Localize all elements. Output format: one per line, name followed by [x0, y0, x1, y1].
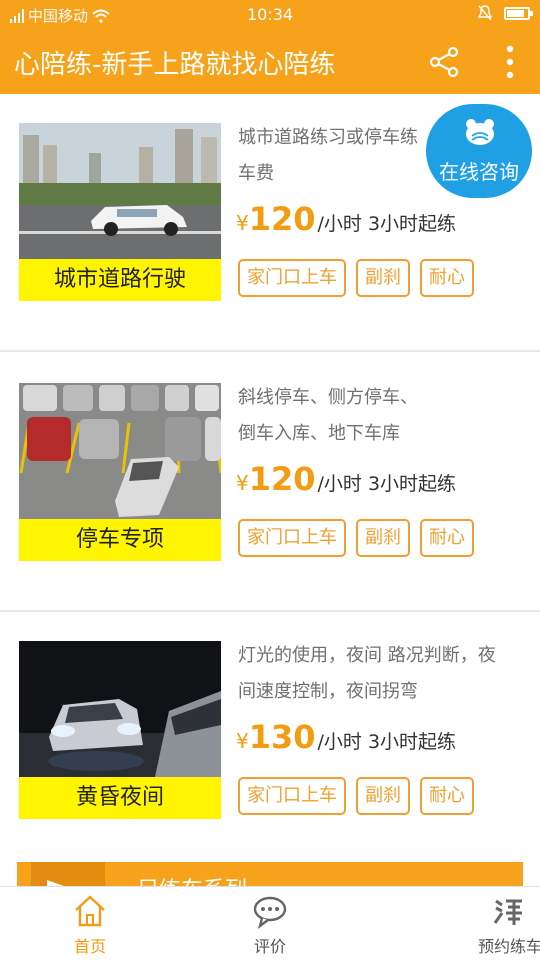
course-thumbnail[interactable]: 黄昏夜间: [19, 641, 221, 819]
tag-badge: 副刹: [356, 519, 410, 557]
desc-line: 斜线停车、侧方停车、: [238, 387, 418, 408]
currency-symbol: ¥: [236, 471, 249, 495]
price-amount: 120: [248, 460, 316, 498]
tag-badge: 耐心: [420, 519, 474, 557]
course-name: 城市道路行驶: [19, 259, 221, 301]
bottom-nav: 首页 评价 预约练车: [0, 886, 540, 960]
app-screen: 中国移动 10:34 心陪练-新手上路就找心陪练 城市道路行驶 城市道路练习或停…: [0, 0, 540, 960]
course-thumbnail[interactable]: 停车专项: [19, 383, 221, 561]
app-title: 心陪练-新手上路就找心陪练: [14, 50, 336, 80]
tag-badge: 副刹: [356, 259, 410, 297]
app-bar: 心陪练-新手上路就找心陪练: [0, 30, 540, 94]
nav-label: 评价: [253, 937, 286, 956]
taobao-icon: [493, 896, 523, 926]
course-name: 停车专项: [19, 519, 221, 561]
battery-icon: [504, 6, 533, 20]
home-icon: [75, 895, 105, 927]
online-consult-button[interactable]: 在线咨询: [426, 104, 532, 198]
more-vertical-icon[interactable]: [492, 42, 528, 82]
tag-list: 家门口上车 副刹 耐心: [238, 777, 474, 815]
course-name: 黄昏夜间: [19, 777, 221, 819]
course-card[interactable]: 停车专项 斜线停车、侧方停车、 倒车入库、地下车库 ¥ 120 /小时 3小时起…: [0, 354, 540, 612]
nav-label: 预约练车: [477, 937, 540, 956]
tag-badge: 家门口上车: [238, 259, 346, 297]
bear-icon: [466, 119, 494, 145]
tag-list: 家门口上车 副刹 耐心: [238, 519, 474, 557]
status-bar: 中国移动 10:34: [0, 0, 540, 30]
tag-badge: 家门口上车: [238, 777, 346, 815]
card-divider: [0, 350, 540, 352]
course-description: 斜线停车、侧方停车、 倒车入库、地下车库: [238, 380, 530, 452]
price-row: ¥ 120 /小时 3小时起练: [236, 460, 456, 502]
desc-line: 灯光的使用，夜间 路况判断，夜: [238, 645, 496, 666]
nav-item-home[interactable]: 首页: [0, 887, 180, 960]
currency-symbol: ¥: [236, 211, 249, 235]
price-unit: /小时 3小时起练: [317, 473, 457, 495]
course-thumbnail[interactable]: 城市道路行驶: [19, 123, 221, 301]
city-road-photo: [19, 123, 221, 259]
price-amount: 120: [248, 200, 316, 238]
nav-item-booking[interactable]: 预约练车: [360, 887, 540, 960]
chat-bubble-icon: [253, 896, 287, 929]
price-amount: 130: [248, 718, 316, 756]
tag-badge: 耐心: [420, 777, 474, 815]
consult-label: 在线咨询: [439, 160, 519, 184]
nav-label: 首页: [73, 937, 106, 956]
tag-badge: 家门口上车: [238, 519, 346, 557]
share-icon[interactable]: [426, 44, 462, 80]
tag-badge: 耐心: [420, 259, 474, 297]
price-unit: /小时 3小时起练: [317, 731, 457, 753]
nav-item-reviews[interactable]: 评价: [180, 887, 360, 960]
silent-bell-icon: [478, 5, 492, 21]
night-driving-photo: [19, 641, 221, 777]
status-time: 10:34: [246, 5, 294, 24]
desc-line: 间速度控制，夜间拐弯: [238, 681, 418, 702]
parking-lot-photo: [19, 383, 221, 519]
course-description: 灯光的使用，夜间 路况判断，夜 间速度控制，夜间拐弯: [238, 638, 530, 710]
battery-fill: [507, 9, 524, 17]
course-card[interactable]: 黄昏夜间 灯光的使用，夜间 路况判断，夜 间速度控制，夜间拐弯 ¥ 130 /小…: [0, 612, 540, 862]
price-unit: /小时 3小时起练: [317, 213, 457, 235]
desc-line: 倒车入库、地下车库: [238, 423, 400, 444]
tag-badge: 副刹: [356, 777, 410, 815]
status-right-group: [478, 5, 533, 21]
price-row: ¥ 130 /小时 3小时起练: [236, 718, 456, 760]
currency-symbol: ¥: [236, 729, 249, 753]
price-row: ¥ 120 /小时 3小时起练: [236, 200, 456, 242]
tag-list: 家门口上车 副刹 耐心: [238, 259, 474, 297]
